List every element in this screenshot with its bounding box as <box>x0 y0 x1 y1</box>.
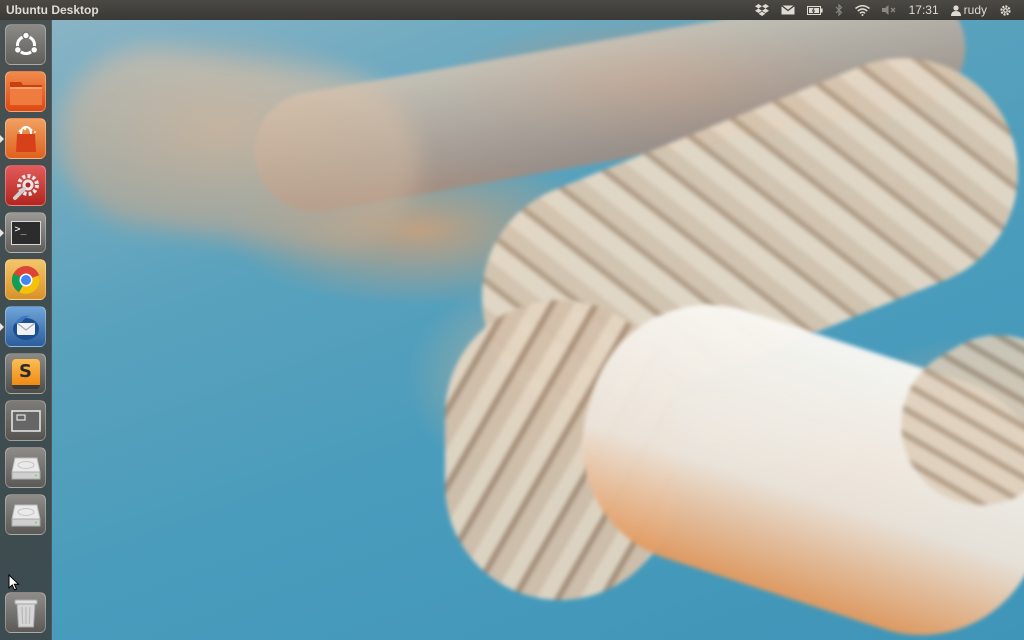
user-menu[interactable]: rudy <box>945 0 993 20</box>
chrome-icon <box>11 265 40 294</box>
mouse-pointer-icon <box>8 574 20 591</box>
settings-icon <box>12 173 39 200</box>
shopping-bag-icon <box>15 125 36 152</box>
launcher-drive-2[interactable] <box>5 494 46 535</box>
gear-icon[interactable] <box>993 0 1018 20</box>
mail-icon[interactable] <box>775 0 801 20</box>
running-indicator <box>0 229 4 237</box>
launcher-trash[interactable] <box>5 592 46 633</box>
wifi-icon[interactable] <box>849 0 876 20</box>
launcher-chrome[interactable] <box>5 259 46 300</box>
clock[interactable]: 17:31 <box>903 0 945 20</box>
launcher-dash-home[interactable] <box>5 24 46 65</box>
launcher-workspace-switcher[interactable] <box>5 400 46 441</box>
dropbox-icon[interactable] <box>749 0 775 20</box>
top-panel: Ubuntu Desktop 17:31 rudy <box>0 0 1024 20</box>
hard-drive-icon <box>10 457 41 479</box>
launcher-software-center[interactable] <box>5 118 46 159</box>
terminal-icon: >_ <box>10 220 41 245</box>
battery-icon[interactable] <box>801 0 829 20</box>
launcher-drive-1[interactable] <box>5 447 46 488</box>
user-icon <box>950 4 961 16</box>
launcher-system-settings[interactable] <box>5 165 46 206</box>
bluetooth-icon[interactable] <box>829 0 849 20</box>
desktop-wallpaper: Ubuntu Desktop 17:31 rudy >_ S <box>0 0 1024 640</box>
hard-drive-icon <box>10 504 41 526</box>
launcher: >_ S <box>0 20 52 640</box>
launcher-terminal[interactable]: >_ <box>5 212 46 253</box>
sublime-icon: S <box>11 358 40 389</box>
ubuntu-logo-icon <box>13 31 38 55</box>
launcher-thunderbird[interactable] <box>5 306 46 347</box>
trash-icon <box>14 599 37 627</box>
running-indicator <box>0 135 4 143</box>
folder-icon <box>9 81 42 105</box>
volume-muted-icon[interactable] <box>876 0 903 20</box>
username: rudy <box>963 3 987 17</box>
launcher-sublime-text[interactable]: S <box>5 353 46 394</box>
indicator-area: 17:31 rudy <box>749 0 1018 20</box>
window-title: Ubuntu Desktop <box>6 3 99 17</box>
workspace-icon <box>10 409 41 432</box>
thunderbird-icon <box>12 315 39 340</box>
wallpaper-rope-back <box>49 35 431 265</box>
launcher-files[interactable] <box>5 71 46 112</box>
running-indicator <box>0 323 4 331</box>
